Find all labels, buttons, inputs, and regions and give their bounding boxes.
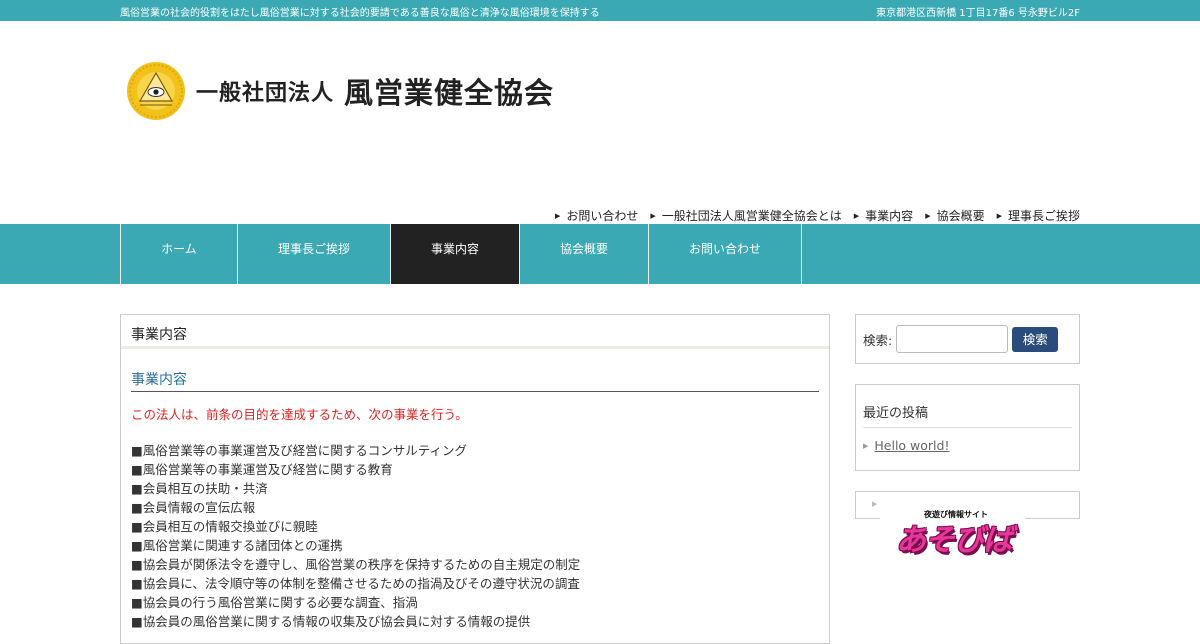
list-item: ■会員相互の情報交換並びに親睦 xyxy=(131,519,318,534)
recent-posts-widget: 最近の投稿 ▶ Hello world! xyxy=(855,384,1080,471)
search-input[interactable] xyxy=(896,325,1009,353)
nav-tab-home[interactable]: ホーム xyxy=(121,224,238,284)
subnav-item-overview[interactable]: ▶ 協会概要 xyxy=(925,207,984,224)
triangle-right-icon: ▶ xyxy=(872,500,878,508)
subnav-item-about[interactable]: ▶ 一般社団法人風営業健全協会とは xyxy=(650,207,841,224)
recent-post-item: ▶ Hello world! xyxy=(863,438,1072,453)
lead-text: この法人は、前条の目的を達成するため、次の事業を行う。 xyxy=(131,407,468,422)
subnav-item-label: 理事長ご挨拶 xyxy=(1007,209,1080,223)
search-widget: 検索: 検索 xyxy=(855,314,1080,364)
search-label: 検索: xyxy=(863,332,893,348)
triangle-right-icon: ▶ xyxy=(853,211,860,220)
triangle-right-icon: ▶ xyxy=(996,211,1002,220)
subnav-item-greeting[interactable]: ▶ 理事長ご挨拶 xyxy=(997,207,1080,224)
list-item: ■風俗営業に関連する諸団体との運携 xyxy=(131,538,343,553)
site-address: 東京都港区西新橋 1丁目17番6 号永野ビル2F xyxy=(876,8,1080,19)
section-heading: 事業内容 xyxy=(131,369,819,392)
site-tagline: 風俗営業の社会的役割をはたし風俗営業に対する社会的要請である善良な風俗と清浄な風… xyxy=(120,8,600,19)
main-content: 事業内容 事業内容 この法人は、前条の目的を達成するため、次の事業を行う。 ■風… xyxy=(120,314,830,644)
site-logo[interactable]: 一般社団法人 風営業健全協会 xyxy=(126,60,554,122)
subnav-item-label: お問い合わせ xyxy=(566,209,639,223)
list-item: ■風俗営業等の事業運営及び経営に関する教育 xyxy=(131,462,393,477)
main-navigation: ホーム 理事長ご挨拶 事業内容 協会概要 お問い合わせ xyxy=(0,224,1200,284)
nav-tab-overview[interactable]: 協会概要 xyxy=(520,224,649,284)
list-item: ■協会員の風俗営業に関する情報の収集及び協会員に対する情報の提供 xyxy=(131,614,531,629)
list-item: ■会員相互の扶助・共済 xyxy=(131,481,268,496)
nav-tab-contact[interactable]: お問い合わせ xyxy=(649,224,802,284)
triangle-right-icon: ▶ xyxy=(925,211,931,220)
subnav-item-business[interactable]: ▶ 事業内容 xyxy=(854,207,913,224)
triangle-right-icon: ▶ xyxy=(554,211,561,220)
list-item: ■風俗営業等の事業運営及び経営に関するコンサルティング xyxy=(131,443,468,458)
recent-posts-title: 最近の投稿 xyxy=(863,385,1072,428)
asobiba-banner-link[interactable]: 夜遊び情報サイト あそびば xyxy=(880,505,1025,559)
business-list: ■風俗営業等の事業運営及び経営に関するコンサルティング ■風俗営業等の事業運営及… xyxy=(131,441,819,631)
subnav-item-label: 一般社団法人風営業健全協会とは xyxy=(661,209,842,223)
list-item: ■協会員が関係法令を遵守し、風俗営業の秩序を保持するための自主規定の制定 xyxy=(131,557,581,572)
subnav-item-contact[interactable]: ▶ お問い合わせ xyxy=(555,207,638,224)
list-item: ■協会員の行う風俗営業に関する必要な調査、指渦 xyxy=(131,595,418,610)
banner-big-text: あそびば xyxy=(896,523,1013,558)
page-title: 事業内容 xyxy=(121,315,829,349)
triangle-right-icon: ▶ xyxy=(863,441,869,450)
top-bar: 風俗営業の社会的役割をはたし風俗営業に対する社会的要請である善良な風俗と清浄な風… xyxy=(0,0,1200,21)
eye-of-providence-emblem-icon xyxy=(127,62,185,120)
recent-post-link[interactable]: Hello world! xyxy=(874,438,949,453)
nav-tab-greeting[interactable]: 理事長ご挨拶 xyxy=(238,224,391,284)
list-item: ■協会員に、法令順守等の体制を整備させるための指渦及びその遵守状況の調査 xyxy=(131,576,580,591)
list-item: ■会員情報の宣伝広報 xyxy=(131,500,256,515)
nav-tab-business[interactable]: 事業内容 xyxy=(391,224,520,284)
org-type: 一般社団法人 xyxy=(196,81,335,106)
subnav-item-label: 事業内容 xyxy=(865,209,914,223)
search-button[interactable]: 検索 xyxy=(1012,326,1059,352)
subnav-item-label: 協会概要 xyxy=(936,209,985,223)
org-name: 風営業健全協会 xyxy=(344,76,555,110)
sub-navigation: ▶ お問い合わせ ▶ 一般社団法人風営業健全協会とは ▶ 事業内容 ▶ 協会概要 ▶ 理事… xyxy=(543,207,1080,224)
triangle-right-icon: ▶ xyxy=(650,211,656,220)
